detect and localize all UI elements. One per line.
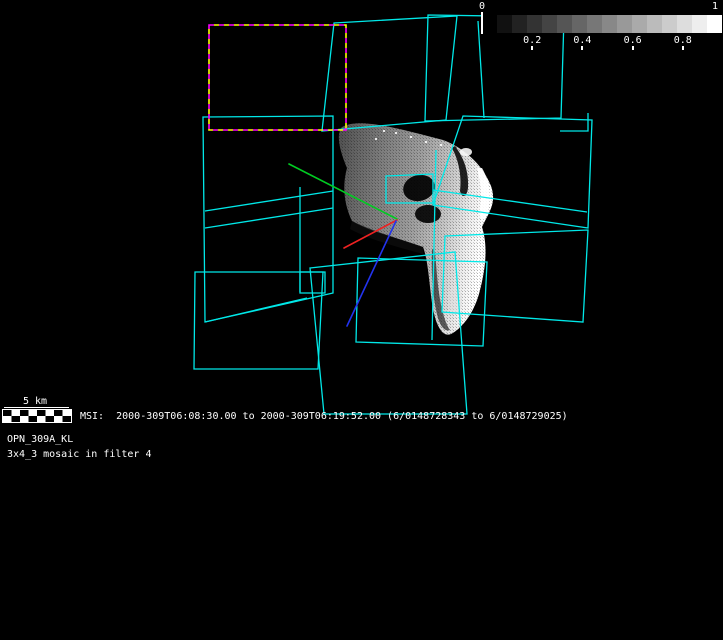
planned-footprint-dashed-alt [209, 25, 346, 130]
colorbar-gradient [482, 15, 722, 33]
image-footprint-edge-f [560, 113, 588, 131]
scene-canvas[interactable] [0, 0, 723, 640]
colorbar-tick-label: 0.4 [573, 35, 591, 46]
image-footprint-mid-left [203, 116, 333, 322]
image-footprint-edge-g [478, 21, 484, 118]
image-footprint-edge-d [205, 298, 307, 322]
mosaic-planning-viewport[interactable]: 0 1 0.20.40.60.8 5 km MSI: 2000-309T06:0… [0, 0, 723, 640]
colorbar-tick-label: 0.2 [523, 35, 541, 46]
scalebar-checker [2, 409, 72, 423]
colorbar-tick-mark [682, 46, 684, 50]
colorbar-min-label: 0 [479, 1, 485, 13]
colorbar-tick-mark [581, 46, 583, 50]
sequence-name: OPN_309A_KL [7, 434, 73, 446]
mosaic-description: 3x4_3 mosaic in filter 4 [7, 449, 152, 461]
image-footprint-edge-b [205, 208, 333, 228]
colorbar-max-label: 1 [712, 1, 718, 13]
asteroid-shape-model [339, 123, 493, 334]
planned-footprint-dashed [209, 25, 346, 130]
status-line: MSI: 2000-309T06:08:30.00 to 2000-309T06… [80, 411, 568, 423]
colorbar-tick-mark [531, 46, 533, 50]
colorbar-tick-label: 0.8 [674, 35, 692, 46]
scalebar-underline [4, 407, 69, 408]
image-footprint-top-a [322, 16, 457, 131]
colorbar-zero-tick [481, 12, 483, 34]
asteroid-crater-shadow [415, 205, 441, 223]
asteroid-highlight [460, 148, 472, 156]
colorbar-tick-mark [632, 46, 634, 50]
colorbar-tick-label: 0.6 [624, 35, 642, 46]
image-footprint-edge-a [205, 191, 333, 211]
